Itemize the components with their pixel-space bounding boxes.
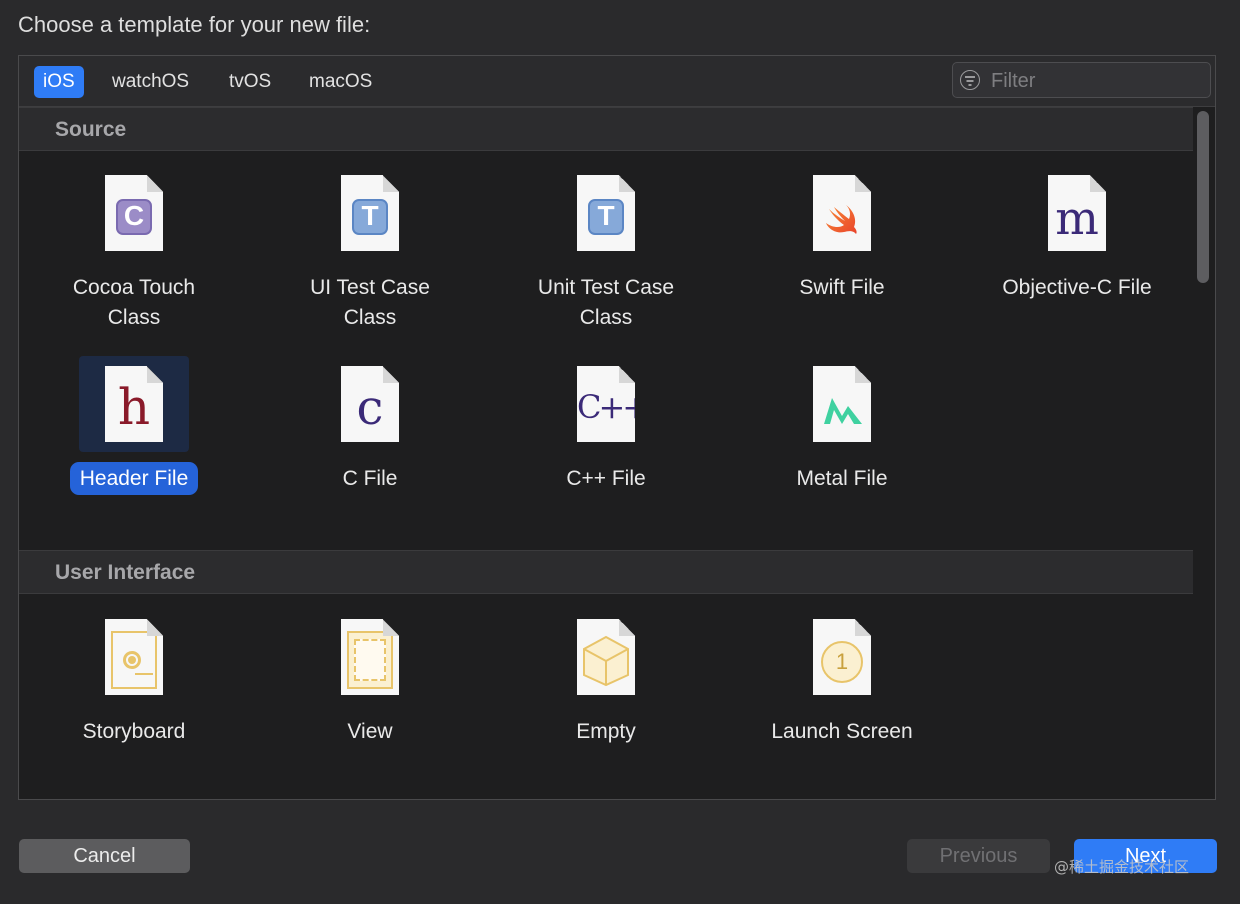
- section-title: User Interface: [55, 561, 196, 584]
- objective-c-file-icon: m: [1048, 175, 1106, 251]
- template-c-file[interactable]: c C File: [260, 356, 480, 494]
- template-storyboard[interactable]: Storyboard: [24, 609, 244, 747]
- empty-icon: [577, 619, 635, 695]
- tab-macos[interactable]: macOS: [300, 66, 381, 98]
- template-launch-screen[interactable]: 1 Launch Screen: [732, 609, 952, 747]
- platform-tab-bar: iOS watchOS tvOS macOS: [19, 56, 1215, 107]
- section-header-source: Source: [19, 107, 1193, 151]
- watermark: @稀土掘金技术社区: [1054, 858, 1190, 876]
- cocoa-touch-class-icon: C: [105, 175, 163, 251]
- tab-watchos[interactable]: watchOS: [103, 66, 198, 98]
- template-metal-file[interactable]: Metal File: [732, 356, 952, 494]
- ui-test-case-icon: T: [341, 175, 399, 251]
- cpp-file-icon: C++: [577, 366, 635, 442]
- storyboard-icon: [105, 619, 163, 695]
- section-title: Source: [55, 118, 127, 141]
- unit-test-case-icon: T: [577, 175, 635, 251]
- template-browser: iOS watchOS tvOS macOS Source C: [18, 55, 1216, 800]
- template-header-file[interactable]: h Header File: [24, 356, 244, 495]
- template-cocoa-touch-class[interactable]: C Cocoa Touch Class: [24, 165, 244, 333]
- template-ui-test-case-class[interactable]: T UI Test Case Class: [260, 165, 480, 333]
- template-unit-test-case-class[interactable]: T Unit Test Case Class: [496, 165, 716, 333]
- selection-highlight: h: [79, 356, 189, 452]
- view-icon: [341, 619, 399, 695]
- template-view[interactable]: View: [260, 609, 480, 747]
- vertical-scrollbar[interactable]: [1197, 111, 1209, 283]
- previous-button[interactable]: Previous: [907, 839, 1050, 873]
- filter-icon: [960, 70, 980, 90]
- tab-tvos[interactable]: tvOS: [220, 66, 280, 98]
- template-cpp-file[interactable]: C++ C++ File: [496, 356, 716, 494]
- filter-input[interactable]: [989, 67, 1203, 95]
- metal-file-icon: [813, 366, 871, 442]
- launch-screen-icon: 1: [813, 619, 871, 695]
- tab-ios[interactable]: iOS: [34, 66, 84, 98]
- c-file-icon: c: [341, 366, 399, 442]
- template-empty[interactable]: Empty: [496, 609, 716, 747]
- swift-file-icon: [813, 175, 871, 251]
- dialog-title: Choose a template for your new file:: [18, 12, 371, 37]
- cancel-button[interactable]: Cancel: [19, 839, 190, 873]
- section-header-user-interface: User Interface: [19, 550, 1193, 594]
- template-list[interactable]: Source C Cocoa Touch Class T UI Test Case…: [19, 107, 1193, 799]
- template-objective-c-file[interactable]: m Objective-C File: [967, 165, 1187, 303]
- template-swift-file[interactable]: Swift File: [732, 165, 952, 303]
- header-file-icon: h: [105, 366, 163, 442]
- filter-field[interactable]: [952, 62, 1211, 98]
